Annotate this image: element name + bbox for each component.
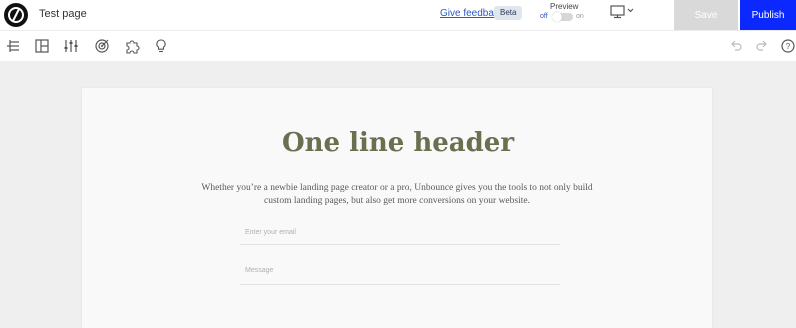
redo-icon[interactable]: [754, 38, 770, 54]
message-placeholder: Message: [245, 267, 274, 274]
sliders-icon[interactable]: [63, 38, 79, 54]
message-field[interactable]: Message: [240, 262, 560, 285]
beta-badge: Beta: [494, 6, 523, 20]
editor-toolbar: ?: [0, 31, 796, 61]
page-body-text[interactable]: Whether you’re a newbie landing page cre…: [190, 182, 604, 208]
email-placeholder: Enter your email: [245, 229, 296, 236]
target-icon[interactable]: [94, 38, 110, 54]
undo-icon[interactable]: [728, 38, 744, 54]
tree-structure-icon[interactable]: [6, 38, 22, 54]
layout-icon[interactable]: [34, 38, 50, 54]
save-button[interactable]: Save: [674, 0, 738, 30]
puzzle-icon[interactable]: [124, 38, 140, 54]
publish-button[interactable]: Publish: [740, 0, 796, 30]
page-headline[interactable]: One line header: [0, 128, 796, 158]
page-section[interactable]: [82, 88, 712, 328]
chevron-down-icon: [627, 8, 634, 13]
svg-text:?: ?: [786, 42, 791, 51]
preview-off-label: off: [540, 13, 548, 20]
unbounce-logo-icon[interactable]: [4, 3, 28, 27]
lightbulb-icon[interactable]: [153, 38, 169, 54]
desktop-monitor-icon: [610, 5, 634, 19]
help-icon[interactable]: ?: [780, 38, 796, 54]
device-selector[interactable]: [608, 4, 638, 22]
preview-toggle-knob: [552, 12, 562, 22]
preview-on-label: on: [576, 13, 584, 20]
email-field[interactable]: Enter your email: [240, 224, 560, 245]
preview-toggle[interactable]: [552, 12, 573, 22]
preview-label: Preview: [550, 2, 579, 11]
page-title[interactable]: Test page: [39, 8, 87, 20]
top-bar: Test page Give feedback Beta Preview off…: [0, 0, 796, 31]
